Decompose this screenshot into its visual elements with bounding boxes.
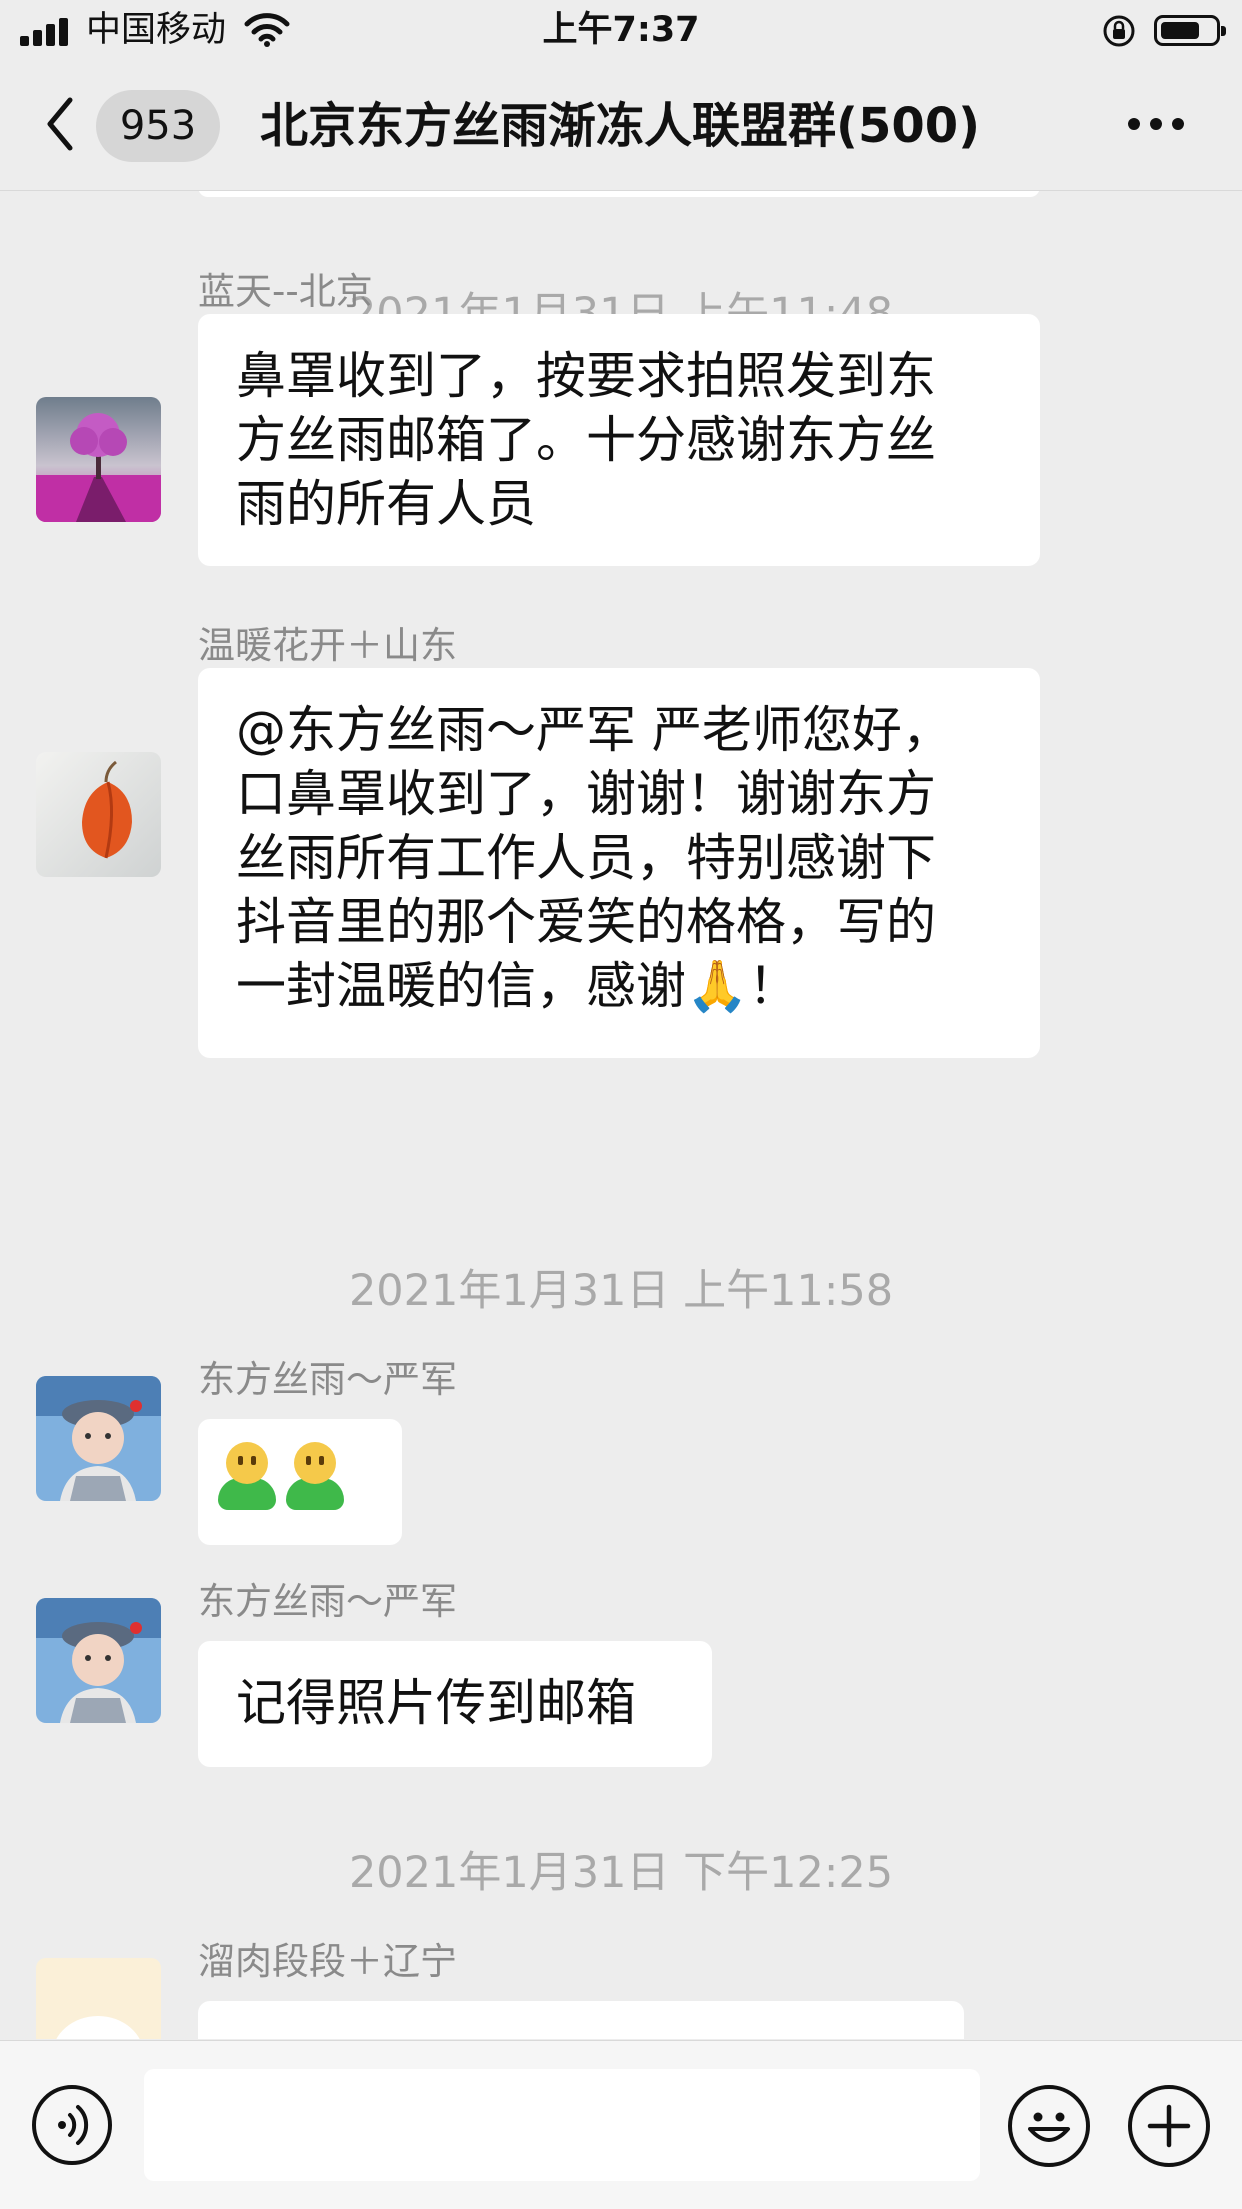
plus-icon[interactable]	[1128, 2085, 1210, 2167]
avatar[interactable]	[36, 397, 161, 522]
sender-name: 蓝天--北京	[198, 270, 373, 313]
message-bubble[interactable]: 鼻罩收到了，按要求拍照发到东 方丝雨邮箱了。十分感谢东方丝 雨的所有人员	[198, 314, 1040, 566]
message-line: 一封温暖的信，感谢🙏！	[236, 957, 799, 1015]
message-line: 口鼻罩收到了，谢谢！谢谢东方	[236, 765, 936, 823]
avatar[interactable]	[36, 1376, 161, 1501]
status-bar: 中国移动 上午7:37	[0, 0, 1242, 62]
emoji-icon[interactable]	[1008, 2085, 1090, 2167]
message-line: 方丝雨邮箱了。十分感谢东方丝	[236, 411, 936, 469]
message-line: @东方丝雨～严军 严老师您好，	[236, 701, 952, 759]
message-line: 雨的所有人员	[236, 475, 536, 533]
chat-header: 953 北京东方丝雨渐冻人联盟群(500)	[0, 62, 1242, 191]
sender-name: 东方丝雨～严军	[198, 1358, 457, 1401]
timestamp: 2021年1月31日 上午11:58	[348, 1266, 894, 1316]
message-line: 抖音里的那个爱笑的格格，写的	[236, 893, 936, 951]
sender-name: 温暖花开＋山东	[198, 624, 457, 667]
input-bar	[0, 2040, 1242, 2209]
orientation-lock-icon	[1103, 15, 1135, 47]
message-bubble[interactable]: @东方丝雨～严军 严老师您好， 口鼻罩收到了，谢谢！谢谢东方 丝雨所有工作人员，…	[198, 668, 1040, 1058]
message-bubble[interactable]: 记得照片传到邮箱	[198, 1641, 712, 1767]
message-list[interactable]: 2021年1月31日 上午11:48 蓝天--北京 鼻罩收到了，按要求拍照发到东…	[0, 191, 1242, 2039]
message-bubble[interactable]	[198, 1419, 402, 1545]
avatar[interactable]	[36, 1598, 161, 1723]
sender-name: 东方丝雨～严军	[198, 1580, 457, 1623]
voice-icon[interactable]	[32, 2085, 112, 2165]
sender-name: 溜肉段段＋辽宁	[198, 1940, 457, 1983]
message-bubble[interactable]	[198, 2001, 964, 2039]
person-green-shirt-emoji	[218, 1441, 276, 1512]
status-time: 上午7:37	[542, 10, 700, 50]
chevron-left-icon[interactable]	[40, 90, 80, 158]
timestamp: 2021年1月31日 下午12:25	[348, 1848, 894, 1898]
previous-message-bubble[interactable]	[198, 191, 1040, 197]
message-line: 丝雨所有工作人员，特别感谢下	[236, 829, 936, 887]
message-input[interactable]	[144, 2069, 980, 2181]
more-dots-icon[interactable]	[1128, 118, 1184, 132]
message-line: 记得照片传到邮箱	[236, 1674, 636, 1732]
unread-count-badge[interactable]: 953	[96, 90, 220, 162]
emoji-pair	[218, 1441, 354, 1512]
chat-title: 北京东方丝雨渐冻人联盟群(500)	[260, 98, 981, 154]
person-green-shirt-emoji	[286, 1441, 344, 1512]
message-line: 鼻罩收到了，按要求拍照发到东	[236, 347, 936, 405]
battery-icon	[1154, 15, 1226, 46]
avatar[interactable]	[36, 1958, 161, 2039]
avatar[interactable]	[36, 752, 161, 877]
